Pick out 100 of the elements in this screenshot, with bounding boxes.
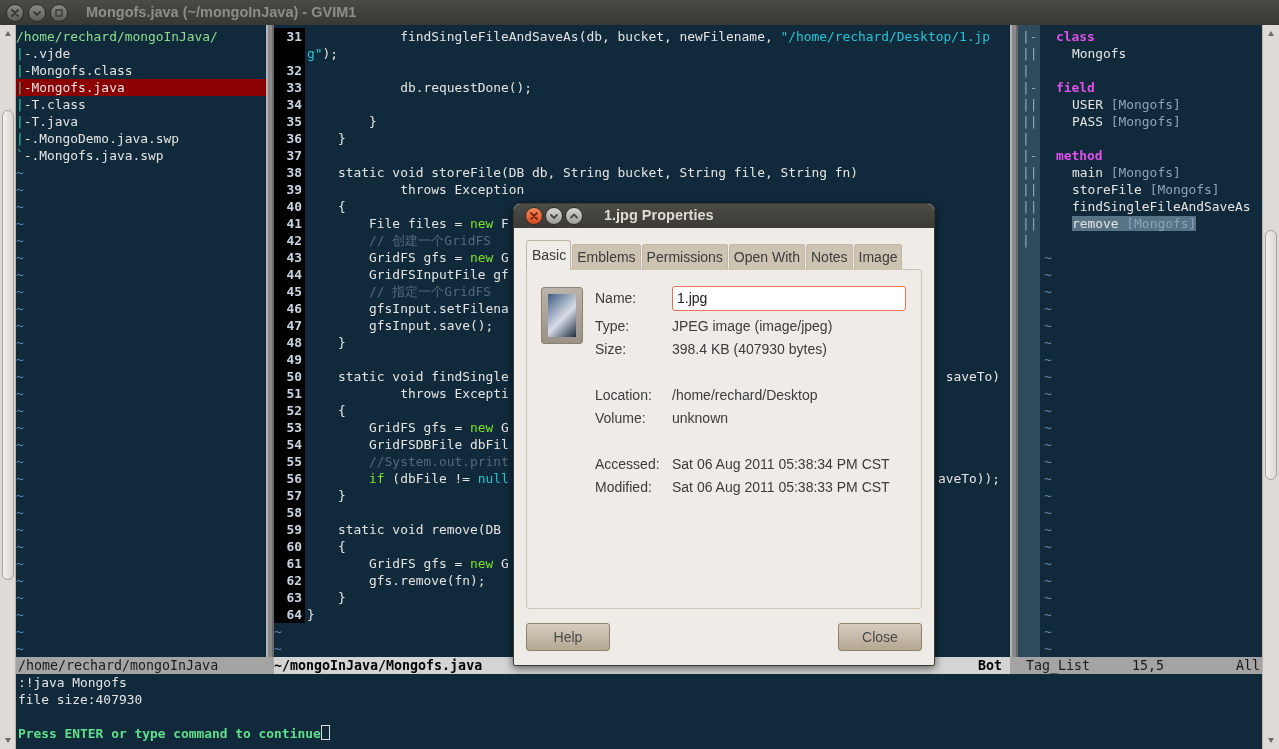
code-text: static void remove(DB bbox=[337, 521, 502, 538]
empty-line-marker: ~ bbox=[16, 538, 24, 555]
scroll-up-icon[interactable] bbox=[4, 31, 11, 36]
status-cursor: 15,5 bbox=[1132, 657, 1165, 674]
maximize-icon[interactable] bbox=[565, 207, 583, 225]
line-number: 40 bbox=[274, 198, 305, 215]
line-number: 34 bbox=[274, 96, 305, 113]
line-number: 32 bbox=[274, 62, 305, 79]
empty-line-marker: ~ bbox=[16, 419, 24, 436]
empty-line-marker: ~ bbox=[16, 334, 24, 351]
scroll-up-icon[interactable] bbox=[1268, 31, 1274, 36]
line-number: 43 bbox=[274, 249, 305, 266]
close-icon[interactable] bbox=[6, 3, 24, 22]
scrollbar[interactable] bbox=[0, 25, 16, 749]
line-number: 47 bbox=[274, 317, 305, 334]
line-number: 48 bbox=[274, 334, 305, 351]
code-text: { bbox=[337, 402, 346, 419]
empty-line-marker: ~ bbox=[16, 368, 24, 385]
line-number: 45 bbox=[274, 283, 305, 300]
empty-line-marker: ~ bbox=[1044, 334, 1052, 351]
file-entry[interactable]: |-T.class bbox=[16, 96, 266, 113]
line-number: 38 bbox=[274, 164, 305, 181]
tag-category[interactable]: class bbox=[1040, 28, 1095, 45]
field-label: Accessed: bbox=[595, 454, 661, 474]
window-separator[interactable] bbox=[266, 25, 274, 657]
file-entry[interactable]: |-Mongofs.java bbox=[16, 79, 266, 96]
code-text: GridFS gfs = new G bbox=[368, 249, 509, 266]
tag-category[interactable]: method bbox=[1040, 147, 1103, 164]
empty-line-marker: ~ bbox=[16, 164, 24, 181]
empty-line-marker: ~ bbox=[1044, 249, 1052, 266]
empty-line-marker: ~ bbox=[1044, 521, 1052, 538]
line-number: 62 bbox=[274, 572, 305, 589]
close-icon[interactable] bbox=[525, 207, 543, 225]
code-text: } bbox=[337, 334, 346, 351]
fold-marker: |- bbox=[1021, 147, 1038, 164]
empty-line-marker: ~ bbox=[16, 555, 24, 572]
empty-line-marker: ~ bbox=[16, 215, 24, 232]
field-label: Type: bbox=[595, 316, 631, 336]
empty-line-marker: ~ bbox=[1044, 317, 1052, 334]
empty-line-marker: ~ bbox=[1044, 300, 1052, 317]
dialog-button[interactable]: Help bbox=[526, 623, 610, 651]
fold-marker: | bbox=[1021, 130, 1030, 147]
line-number: 52 bbox=[274, 402, 305, 419]
code-text: findSingleFileAndSaveAs(db, bucket, newFilename, "/home/rechard/Desktop/1.jp bbox=[399, 28, 990, 45]
code-text: } bbox=[337, 130, 346, 147]
tab[interactable]: Permissions bbox=[641, 244, 728, 269]
code-text: static void findSingle bbox=[337, 368, 509, 385]
name-field[interactable]: 1.jpg bbox=[672, 285, 906, 311]
status-filename: ~/mongoInJava/Mongofs.java bbox=[274, 657, 483, 674]
file-entry[interactable]: |-T.java bbox=[16, 113, 266, 130]
code-text: GridFS gfs = new G bbox=[368, 555, 509, 572]
status-title: Tag_List bbox=[1026, 657, 1091, 674]
fold-marker: || bbox=[1021, 45, 1038, 62]
empty-line-marker: ~ bbox=[1044, 351, 1052, 368]
scrollbar-thumb[interactable] bbox=[1, 110, 14, 580]
tag-entry[interactable]: PASS [Mongofs] bbox=[1072, 114, 1181, 129]
empty-line-marker: ~ bbox=[16, 249, 24, 266]
scrollbar-thumb[interactable] bbox=[1265, 230, 1277, 480]
code-text: aveTo)); bbox=[937, 470, 1001, 487]
file-entry[interactable]: `-.Mongofs.java.swp bbox=[16, 147, 266, 164]
tab[interactable]: Notes bbox=[806, 244, 853, 269]
tag-category[interactable]: field bbox=[1040, 79, 1095, 96]
code-text: g"); bbox=[307, 45, 339, 62]
file-entry[interactable]: |-.vjde bbox=[16, 45, 266, 62]
dialog-button[interactable]: Close bbox=[838, 623, 922, 651]
tag-entry[interactable]: findSingleFileAndSaveAs bbox=[1072, 199, 1251, 214]
line-number: 60 bbox=[274, 538, 305, 555]
tag-entry[interactable]: main [Mongofs] bbox=[1072, 165, 1181, 180]
minimize-icon[interactable] bbox=[545, 207, 563, 225]
code-text: { bbox=[337, 198, 346, 215]
tab[interactable]: Emblems bbox=[572, 244, 641, 269]
tab[interactable]: Image bbox=[853, 244, 903, 269]
empty-line-marker: ~ bbox=[16, 606, 24, 623]
empty-line-marker: ~ bbox=[1044, 266, 1052, 283]
line-number: 41 bbox=[274, 215, 305, 232]
code-text: File files = new F bbox=[368, 215, 509, 232]
file-entry[interactable]: |-Mongofs.class bbox=[16, 62, 266, 79]
tag-entry[interactable]: storeFile [Mongofs] bbox=[1072, 182, 1220, 197]
tab[interactable]: Basic bbox=[526, 240, 572, 270]
line-number: 37 bbox=[274, 147, 305, 164]
tag-entry[interactable]: USER [Mongofs] bbox=[1072, 97, 1181, 112]
tag-entry[interactable]: Mongofs bbox=[1072, 46, 1127, 61]
scroll-down-icon[interactable] bbox=[4, 738, 11, 743]
empty-line-marker: ~ bbox=[16, 572, 24, 589]
scrollbar[interactable] bbox=[1262, 25, 1279, 749]
empty-line-marker: ~ bbox=[16, 317, 24, 334]
code-text: static void storeFile(DB db, String bucket, String file, String fn) bbox=[337, 164, 859, 181]
tab[interactable]: Open With bbox=[728, 244, 805, 269]
scroll-down-icon[interactable] bbox=[1268, 738, 1274, 743]
window-separator[interactable] bbox=[1010, 25, 1018, 657]
empty-line-marker: ~ bbox=[1044, 402, 1052, 419]
line-number: 35 bbox=[274, 113, 305, 130]
maximize-icon[interactable] bbox=[50, 3, 68, 22]
command-output: file size:407930 bbox=[18, 691, 143, 708]
file-entry[interactable]: |-.MongoDemo.java.swp bbox=[16, 130, 266, 147]
empty-line-marker: ~ bbox=[1044, 368, 1052, 385]
field-value: unknown bbox=[672, 408, 730, 428]
minimize-icon[interactable] bbox=[28, 3, 46, 22]
empty-line-marker: ~ bbox=[16, 181, 24, 198]
empty-line-marker: ~ bbox=[274, 640, 282, 657]
